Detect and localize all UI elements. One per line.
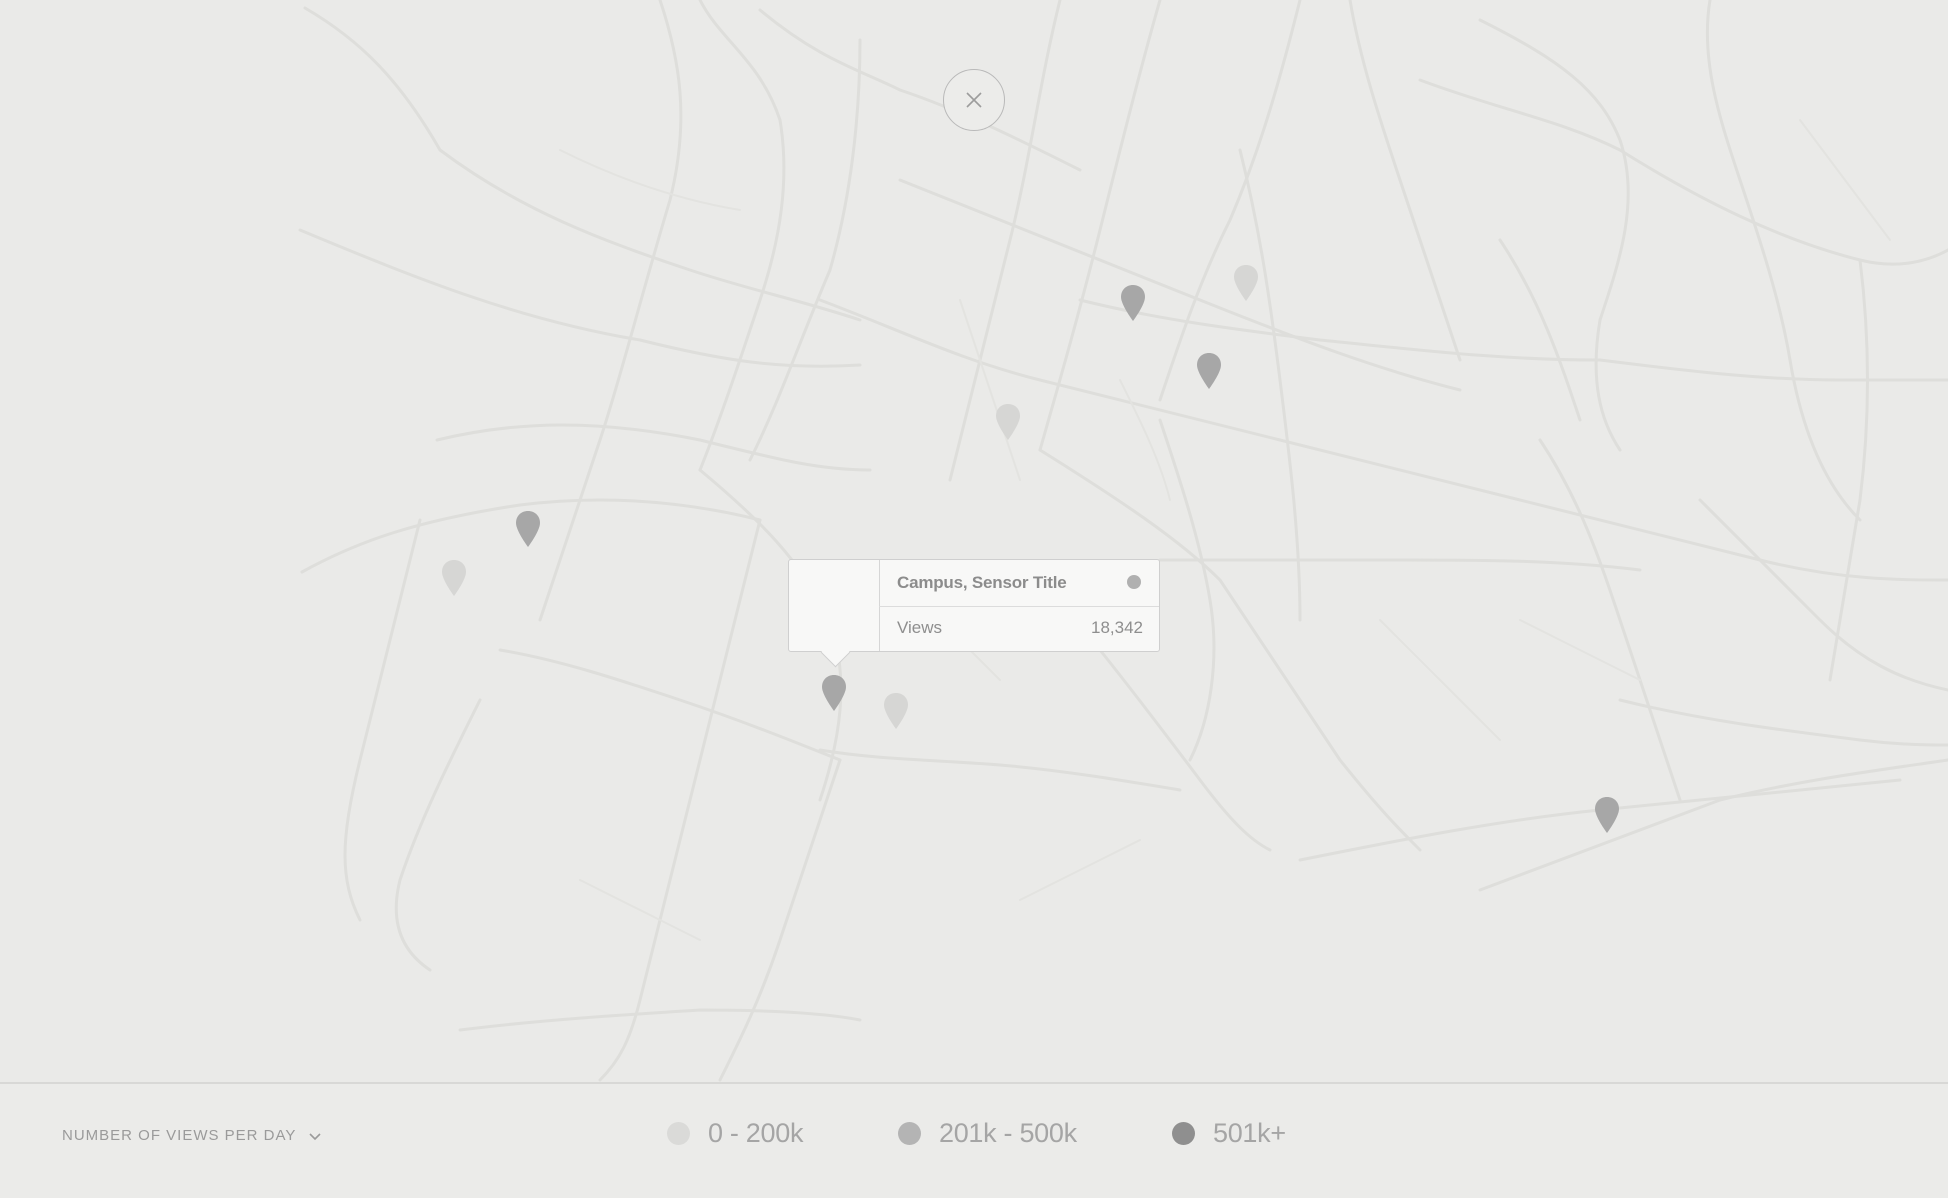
popup-header: Campus, Sensor Title <box>879 560 1159 607</box>
sensor-title: Campus, Sensor Title <box>897 573 1067 592</box>
map-canvas[interactable]: Campus, Sensor Title Views 18,342 <box>0 0 1948 1082</box>
map-pin-icon[interactable] <box>1196 352 1222 390</box>
close-icon <box>966 92 982 108</box>
map-pin-icon[interactable] <box>1594 796 1620 834</box>
legend-label-high: 501k+ <box>1213 1118 1286 1148</box>
map-pin-icon[interactable] <box>515 510 541 548</box>
legend-item-high: 501k+ <box>1172 1118 1286 1149</box>
status-dot <box>1127 575 1141 589</box>
legend-dot-low <box>667 1122 690 1145</box>
map-pin-icon[interactable] <box>821 674 847 712</box>
filter-label: NUMBER OF VIEWS PER DAY <box>62 1127 297 1144</box>
map-pin-icon[interactable] <box>1233 264 1259 302</box>
map-pin-icon[interactable] <box>995 403 1021 441</box>
legend-label-mid: 201k - 500k <box>939 1118 1077 1148</box>
legend-bar: NUMBER OF VIEWS PER DAY 0 - 200k 201k - … <box>0 1082 1948 1198</box>
map-pin-icon[interactable] <box>441 559 467 597</box>
legend-dot-high <box>1172 1122 1195 1145</box>
views-value: 18,342 <box>1091 618 1143 637</box>
sensor-popup: Campus, Sensor Title Views 18,342 <box>788 559 1160 668</box>
legend-dot-mid <box>898 1122 921 1145</box>
views-label: Views <box>897 618 943 637</box>
legend-item-low: 0 - 200k <box>667 1118 803 1149</box>
views-filter-dropdown[interactable]: NUMBER OF VIEWS PER DAY <box>62 1127 322 1144</box>
chevron-down-icon <box>309 1132 321 1140</box>
close-button[interactable] <box>943 69 1005 131</box>
legend-label-low: 0 - 200k <box>708 1118 804 1148</box>
map-pin-icon[interactable] <box>883 692 909 730</box>
map-basemap <box>298 0 1948 1082</box>
legend-item-mid: 201k - 500k <box>898 1118 1077 1149</box>
map-pin-icon[interactable] <box>1120 284 1146 322</box>
